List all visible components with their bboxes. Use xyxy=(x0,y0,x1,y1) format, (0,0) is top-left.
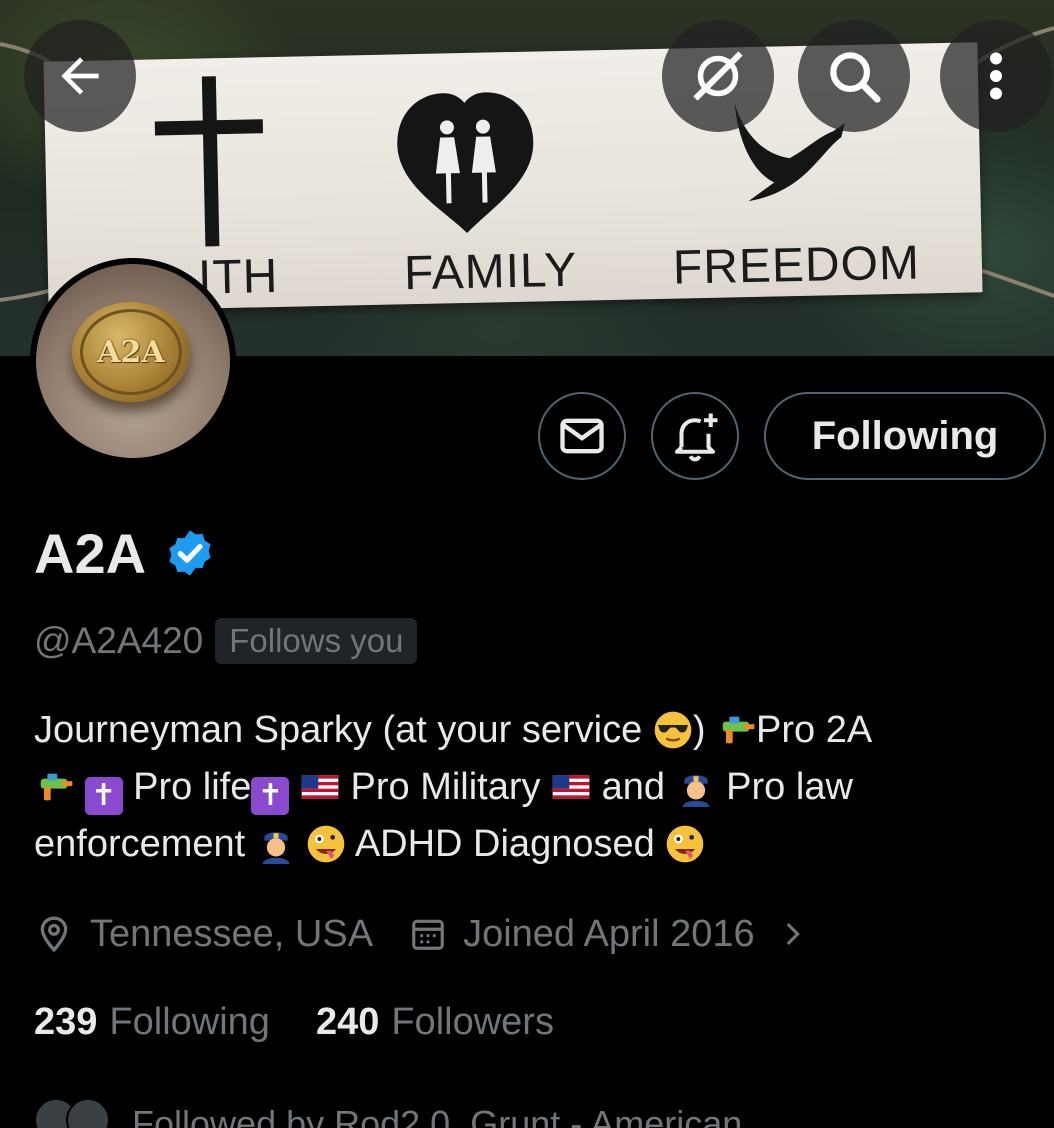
profile-meta: Tennessee, USA Joined April 2016 xyxy=(34,908,809,960)
profile-bio: Journeyman Sparky (at your service ) Pro… xyxy=(34,709,873,865)
followed-by-row[interactable]: Followed by Rod2.0, Grunt - American xyxy=(34,1098,1034,1128)
zany-face-emoji-icon xyxy=(666,825,704,863)
grok-button[interactable] xyxy=(662,20,774,132)
follows-you-badge: Follows you xyxy=(215,618,418,664)
followers-link[interactable]: 240 Followers xyxy=(316,1001,554,1044)
cross-icon xyxy=(201,76,220,247)
location-pin-icon xyxy=(40,916,68,953)
calendar-icon xyxy=(412,919,444,950)
bell-plus-icon xyxy=(674,413,718,462)
profile-name-row: A2A xyxy=(34,518,216,588)
more-options-button[interactable] xyxy=(940,20,1052,132)
followers-label: Followers xyxy=(391,1000,554,1043)
police-officer-emoji-icon xyxy=(682,775,709,807)
water-gun-emoji-icon xyxy=(722,716,755,744)
back-button[interactable] xyxy=(24,20,136,132)
following-button[interactable]: Following xyxy=(764,392,1046,480)
chevron-right-icon[interactable] xyxy=(775,917,809,951)
sunglasses-emoji-icon xyxy=(654,711,692,749)
user-handle: @A2A420 xyxy=(34,620,204,661)
search-icon xyxy=(830,52,881,103)
followed-by-text: Followed by Rod2.0, Grunt - American xyxy=(132,1103,743,1128)
water-gun-emoji-icon xyxy=(40,773,73,801)
notifications-button[interactable] xyxy=(651,392,739,480)
follow-stats: 239 Following 240 Followers xyxy=(34,996,554,1048)
followers-count: 240 xyxy=(315,1000,380,1043)
zany-face-emoji-icon xyxy=(308,825,345,863)
us-flag-emoji-icon xyxy=(301,775,339,799)
heart-icon xyxy=(397,92,534,233)
handle-row: @A2A420 Follows you xyxy=(34,616,418,666)
bio-text: Journeyman Sparky (at your service xyxy=(34,709,653,751)
following-count: 239 xyxy=(34,1000,98,1043)
location-text: Tennessee, USA xyxy=(90,912,374,955)
avatar[interactable]: A2A xyxy=(30,258,236,464)
banner-word-family: FAMILY xyxy=(403,243,578,301)
latin-cross-emoji-icon: ✝ xyxy=(251,777,290,815)
message-button[interactable] xyxy=(538,392,626,480)
more-vertical-icon xyxy=(990,52,1002,100)
verified-badge-icon[interactable] xyxy=(164,527,216,579)
envelope-icon xyxy=(560,418,604,454)
avatar-image: A2A xyxy=(36,264,230,458)
arrow-left-icon xyxy=(61,57,99,95)
search-button[interactable] xyxy=(798,20,910,132)
following-label: Following xyxy=(109,1000,270,1043)
latin-cross-emoji-icon: ✝ xyxy=(84,777,123,815)
police-officer-emoji-icon xyxy=(262,832,290,864)
us-flag-emoji-icon xyxy=(552,775,590,799)
coin-text: A2A xyxy=(80,309,182,395)
following-link[interactable]: 239 Following xyxy=(34,1001,270,1044)
coin-icon: A2A xyxy=(72,302,190,402)
avatar xyxy=(66,1098,110,1128)
display-name: A2A xyxy=(34,521,147,585)
grok-icon xyxy=(693,51,743,101)
banner-word-freedom: FREEDOM xyxy=(672,236,921,295)
joined-date: Joined April 2016 xyxy=(463,912,755,955)
